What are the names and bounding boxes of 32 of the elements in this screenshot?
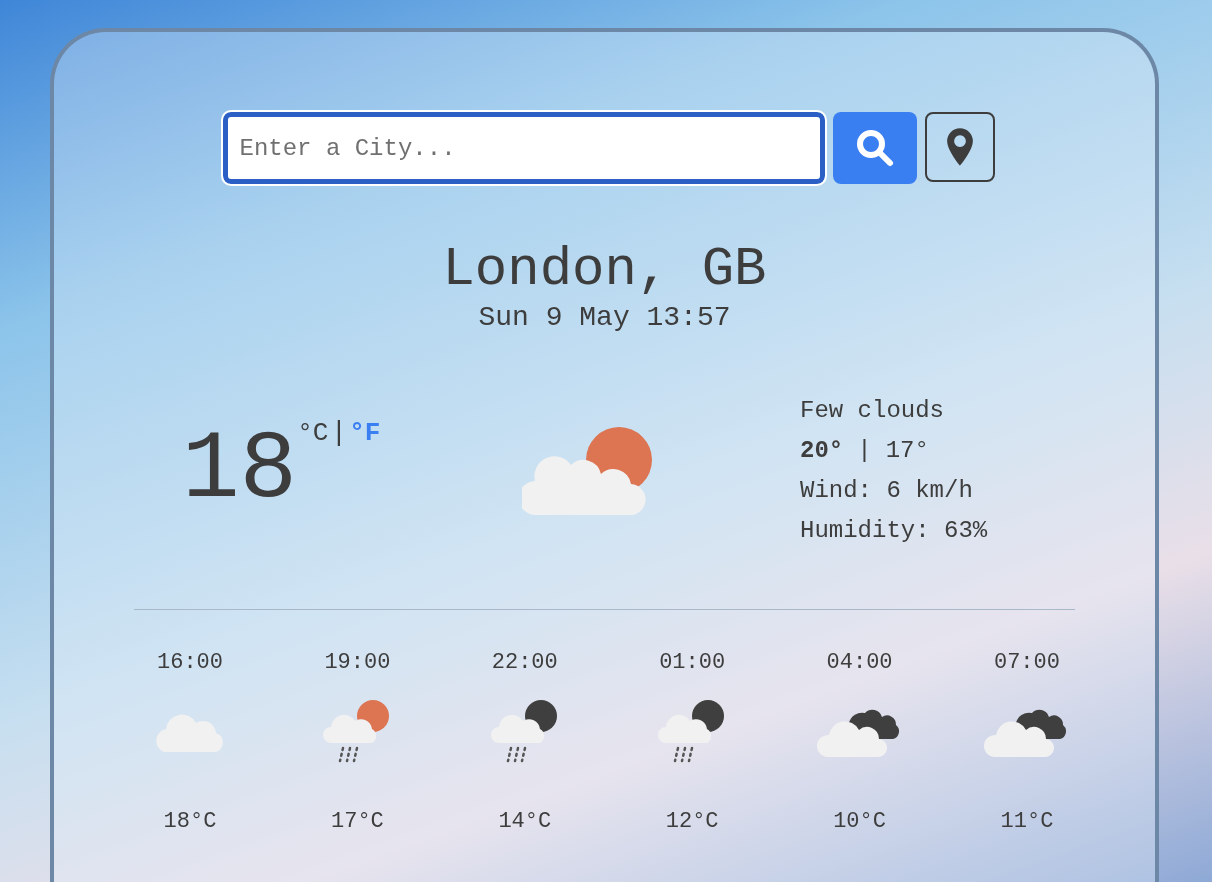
- rain-cloud-moon-icon: [490, 699, 559, 763]
- high-temperature: 20°: [800, 436, 844, 466]
- map-pin-icon: [945, 127, 974, 167]
- forecast-time: 19:00: [324, 650, 391, 675]
- wind-speed: Wind: 6 km/h: [800, 476, 974, 506]
- forecast-temperature: 14°C: [498, 809, 552, 834]
- forecast-temperature: 17°C: [331, 809, 384, 834]
- search-icon: [854, 128, 895, 168]
- forecast-temperature: 12°C: [665, 809, 719, 834]
- current-temperature: 18: [182, 421, 298, 521]
- rain-cloud-moon-icon: [658, 699, 727, 763]
- location-button[interactable]: [924, 112, 995, 182]
- unit-toggle[interactable]: °C: [297, 417, 329, 448]
- humidity: Humidity: 63%: [800, 516, 988, 546]
- forecast-temperature: 11°C: [1000, 809, 1054, 834]
- rain-cloud-sun-icon: [323, 699, 392, 763]
- high-low-separator: |: [857, 436, 872, 466]
- low-temperature: 17°: [885, 436, 929, 466]
- unit-separator: |: [330, 417, 348, 448]
- forecast-time: 01:00: [659, 650, 726, 675]
- forecast-time: 07:00: [993, 650, 1060, 675]
- forecast-temperature: 18°C: [163, 809, 217, 834]
- city-name: London, GB: [441, 240, 768, 300]
- weather-description: Few clouds: [800, 396, 946, 426]
- search-button[interactable]: [832, 112, 917, 184]
- sun-behind-cloud-icon: [522, 427, 654, 517]
- forecast-time: 22:00: [491, 650, 558, 675]
- city-search-field[interactable]: Enter a City...: [222, 112, 825, 184]
- date-time: Sun 9 May 13:57: [477, 302, 732, 333]
- forecast-time: 04:00: [826, 650, 893, 675]
- forecast-time: 16:00: [157, 650, 223, 675]
- forecast-temperature: 10°C: [833, 809, 886, 834]
